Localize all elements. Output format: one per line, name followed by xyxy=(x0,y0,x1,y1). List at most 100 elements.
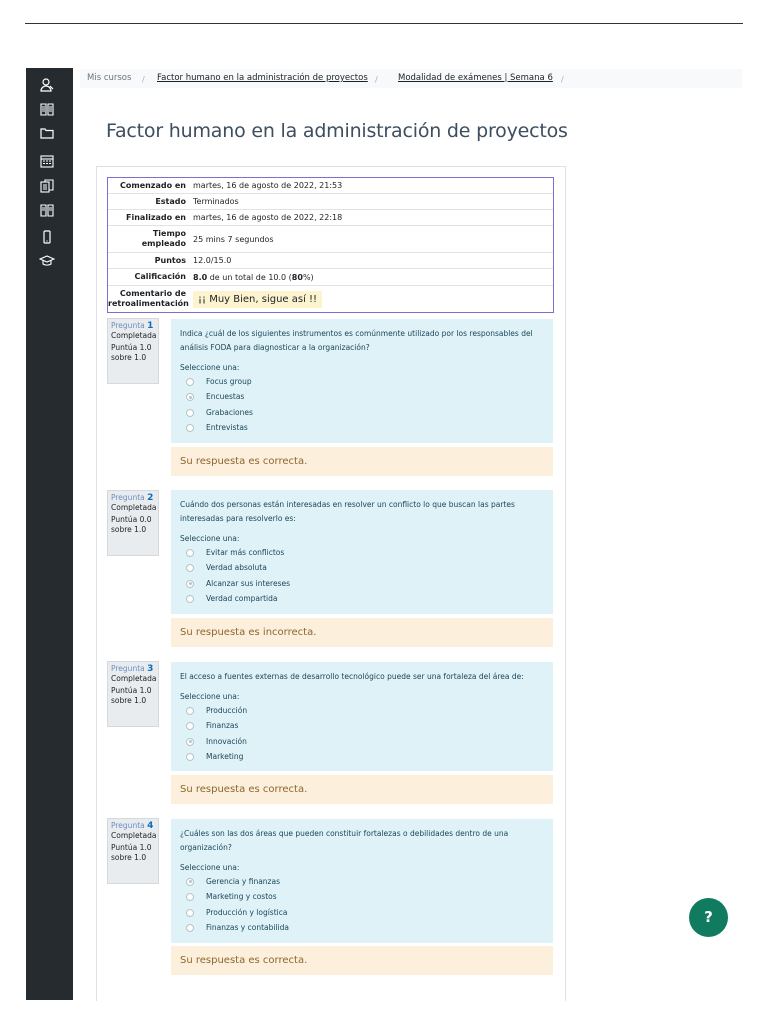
breadcrumb-item[interactable]: Factor humano en la administración de pr… xyxy=(157,69,368,88)
summary-row: Estado Terminados xyxy=(108,194,553,210)
answer-option[interactable]: Evitar más conflictos xyxy=(180,545,544,561)
radio-button[interactable] xyxy=(186,924,194,933)
question-info: Pregunta 4 Completada Puntúa 1.0 sobre 1… xyxy=(107,818,159,884)
answer-option[interactable]: Focus group xyxy=(180,374,544,390)
radio-button[interactable] xyxy=(186,595,194,604)
copy-icon[interactable] xyxy=(39,178,55,194)
summary-row-feedback: Comentario de retroalimentación ¡¡ Muy B… xyxy=(108,286,553,312)
question-grade: Puntúa 1.0 sobre 1.0 xyxy=(111,686,152,705)
top-divider xyxy=(25,23,743,24)
summary-label: Puntos xyxy=(154,255,186,265)
question-number: 3 xyxy=(147,664,154,674)
answer-option[interactable]: Alcanzar sus intereses xyxy=(180,576,544,592)
radio-button[interactable] xyxy=(186,393,194,402)
summary-row: Tiempo empleado 25 mins 7 segundos xyxy=(108,226,553,253)
question-info: Pregunta 1 Completada Puntúa 1.0 sobre 1… xyxy=(107,318,159,384)
answer-feedback: Su respuesta es incorrecta. xyxy=(171,618,553,647)
question-state: Completada xyxy=(111,331,157,340)
answer-option[interactable]: Encuestas xyxy=(180,390,544,406)
answer-option[interactable]: Innovación xyxy=(180,734,544,750)
answer-option[interactable]: Marketing y costos xyxy=(180,890,544,906)
breadcrumb-item[interactable]: Modalidad de exámenes | Semana 6 xyxy=(398,69,553,88)
breadcrumb-separator: / xyxy=(142,75,145,84)
summary-value: 12.0/15.0 xyxy=(193,256,232,265)
radio-button[interactable] xyxy=(186,424,194,433)
summary-row-grade: Calificación 8.0 de un total de 10.0 (80… xyxy=(108,269,553,286)
attempt-summary-table: Comenzado en martes, 16 de agosto de 202… xyxy=(107,177,554,313)
question-state: Completada xyxy=(111,674,157,683)
question-content: Cuándo dos personas están interesadas en… xyxy=(171,490,553,614)
question-grade: Puntúa 1.0 sobre 1.0 xyxy=(111,343,152,362)
answer-feedback: Su respuesta es correcta. xyxy=(171,775,553,804)
summary-label: Tiempo empleado xyxy=(141,229,186,248)
radio-button[interactable] xyxy=(186,377,194,386)
summary-row: Finalizado en martes, 16 de agosto de 20… xyxy=(108,210,553,226)
mobile-icon[interactable] xyxy=(39,229,55,245)
user-icon[interactable] xyxy=(39,77,55,93)
radio-button[interactable] xyxy=(186,408,194,417)
question-content: Indica ¿cuál de los siguientes instrumen… xyxy=(171,319,553,443)
summary-label: Comenzado en xyxy=(119,180,186,190)
answer-option[interactable]: Grabaciones xyxy=(180,405,544,421)
radio-button[interactable] xyxy=(186,753,194,762)
graduation-cap-icon[interactable] xyxy=(39,253,55,269)
radio-button[interactable] xyxy=(186,908,194,917)
question-prompt: Seleccione una: xyxy=(180,863,240,872)
question-text: ¿Cuáles son las dos áreas que pueden con… xyxy=(180,829,509,852)
radio-button[interactable] xyxy=(186,579,194,588)
summary-value: 25 mins 7 segundos xyxy=(193,234,274,244)
radio-button[interactable] xyxy=(186,564,194,573)
radio-button[interactable] xyxy=(186,722,194,731)
answer-option[interactable]: Verdad absoluta xyxy=(180,561,544,577)
radio-button[interactable] xyxy=(186,877,194,886)
answer-option[interactable]: Marketing xyxy=(180,750,544,766)
question-number: 2 xyxy=(147,493,154,503)
summary-label: Comentario de retroalimentación xyxy=(108,289,189,308)
radio-button[interactable] xyxy=(186,893,194,902)
summary-value: martes, 16 de agosto de 2022, 22:18 xyxy=(193,213,343,222)
question-text: Indica ¿cuál de los siguientes instrumen… xyxy=(180,329,533,352)
question-grade: Puntúa 1.0 sobre 1.0 xyxy=(111,843,152,862)
question-content: ¿Cuáles son las dos áreas que pueden con… xyxy=(171,819,553,943)
calendar-icon[interactable] xyxy=(39,153,55,169)
breadcrumb-separator: / xyxy=(561,75,564,84)
help-button[interactable]: ? xyxy=(689,898,728,937)
question-prompt: Seleccione una: xyxy=(180,692,240,701)
page-title: Factor humano en la administración de pr… xyxy=(106,120,568,142)
radio-button[interactable] xyxy=(186,548,194,557)
answer-option[interactable]: Gerencia y finanzas xyxy=(180,874,544,890)
answer-option[interactable]: Finanzas xyxy=(180,719,544,735)
question-number: 1 xyxy=(147,321,154,331)
answer-feedback: Su respuesta es correcta. xyxy=(171,447,553,476)
answer-option[interactable]: Entrevistas xyxy=(180,421,544,437)
question-prompt: Seleccione una: xyxy=(180,534,240,543)
question-grade: Puntúa 0.0 sobre 1.0 xyxy=(111,515,152,534)
summary-row: Comenzado en martes, 16 de agosto de 202… xyxy=(108,178,553,194)
question-text: El acceso a fuentes externas de desarrol… xyxy=(180,672,524,681)
grade-value: 8.0 de un total de 10.0 (80%) xyxy=(193,272,314,282)
summary-value: martes, 16 de agosto de 2022, 21:53 xyxy=(193,181,343,190)
answer-option[interactable]: Producción xyxy=(180,703,544,719)
answer-option[interactable]: Producción y logística xyxy=(180,905,544,921)
question-prompt: Seleccione una: xyxy=(180,363,240,372)
summary-label: Calificación xyxy=(134,272,187,281)
question-state: Completada xyxy=(111,503,157,512)
breadcrumb-item[interactable]: Mis cursos xyxy=(87,69,131,88)
folder-icon[interactable] xyxy=(39,125,55,141)
question-info: Pregunta 2 Completada Puntúa 0.0 sobre 1… xyxy=(107,490,159,556)
book-open-icon[interactable] xyxy=(39,202,55,218)
question-state: Completada xyxy=(111,831,157,840)
breadcrumb-separator: / xyxy=(375,75,378,84)
summary-value: Terminados xyxy=(193,197,239,206)
question-text: Cuándo dos personas están interesadas en… xyxy=(180,500,515,523)
sidebar xyxy=(26,68,73,1000)
summary-row: Puntos 12.0/15.0 xyxy=(108,253,553,269)
book-icon[interactable] xyxy=(39,101,55,117)
radio-button[interactable] xyxy=(186,737,194,746)
answer-option[interactable]: Verdad compartida xyxy=(180,592,544,608)
answer-feedback: Su respuesta es correcta. xyxy=(171,946,553,975)
question-content: El acceso a fuentes externas de desarrol… xyxy=(171,662,553,771)
radio-button[interactable] xyxy=(186,706,194,715)
summary-label: Finalizado en xyxy=(126,212,186,222)
answer-option[interactable]: Finanzas y contabilida xyxy=(180,921,544,937)
